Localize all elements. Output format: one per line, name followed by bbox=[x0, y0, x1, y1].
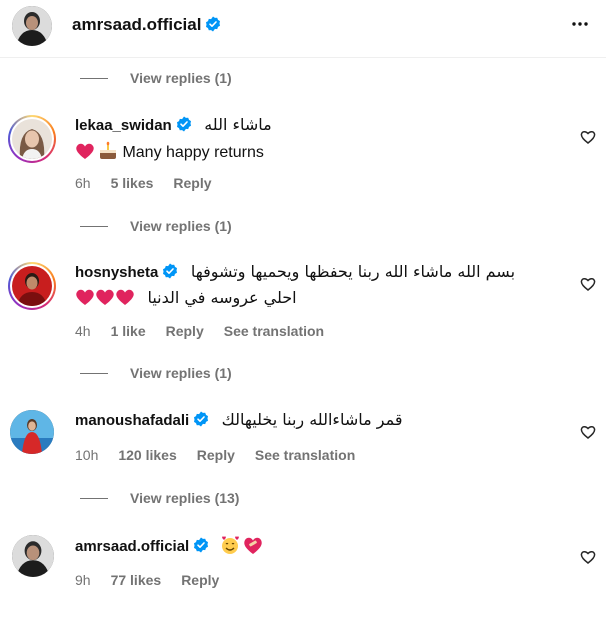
comment-meta: 6h 5 likes Reply bbox=[75, 175, 212, 191]
comment-text-arabic: احلي عروسه في الدنيا bbox=[147, 288, 297, 307]
comment-timestamp: 10h bbox=[75, 447, 99, 463]
see-translation-button[interactable]: See translation bbox=[255, 447, 355, 463]
profile-photo-icon bbox=[10, 410, 54, 454]
comment-meta: 4h 1 like Reply See translation bbox=[75, 323, 324, 339]
view-replies-label: View replies (13) bbox=[130, 490, 240, 506]
avatar[interactable] bbox=[8, 262, 56, 310]
reply-button[interactable]: Reply bbox=[173, 175, 211, 191]
like-heart-icon[interactable] bbox=[580, 276, 596, 292]
avatar[interactable] bbox=[8, 115, 56, 163]
comment-meta: 9h 77 likes Reply bbox=[75, 572, 219, 588]
like-heart-icon[interactable] bbox=[580, 129, 596, 145]
comment-username[interactable]: manoushafadali bbox=[75, 411, 209, 429]
comment-username[interactable]: lekaa_swidan bbox=[75, 116, 192, 134]
likes-count[interactable]: 120 likes bbox=[118, 447, 176, 463]
comment-timestamp: 4h bbox=[75, 323, 91, 339]
view-replies-button[interactable]: View replies (1) bbox=[80, 68, 232, 88]
comment-text: قمر ماشاءالله ربنا يخليهالك bbox=[221, 410, 403, 429]
verified-badge-icon bbox=[194, 537, 209, 553]
comment-body: lekaa_swidan ماشاء الله Many happy retur… bbox=[75, 115, 565, 162]
view-replies-label: View replies (1) bbox=[130, 70, 232, 86]
verified-badge-icon bbox=[176, 116, 191, 132]
red-heart-icon bbox=[96, 289, 114, 305]
comment-username[interactable]: hosnysheta bbox=[75, 263, 178, 281]
verified-badge-icon bbox=[194, 411, 209, 427]
comment-timestamp: 6h bbox=[75, 175, 91, 191]
birthday-cake-icon bbox=[100, 141, 116, 159]
verified-badge-icon bbox=[206, 16, 221, 32]
post-author-username[interactable]: amrsaad.official bbox=[72, 15, 221, 35]
view-replies-button[interactable]: View replies (1) bbox=[80, 216, 232, 236]
divider bbox=[80, 372, 108, 374]
verified-badge-icon bbox=[163, 263, 178, 279]
smiling-face-with-hearts-icon bbox=[221, 536, 239, 554]
comment-emoji-text bbox=[220, 536, 264, 555]
red-heart-icon bbox=[76, 143, 94, 159]
divider bbox=[80, 77, 108, 79]
comment-username[interactable]: amrsaad.official bbox=[75, 537, 209, 555]
comment-meta: 10h 120 likes Reply See translation bbox=[75, 447, 355, 463]
see-translation-button[interactable]: See translation bbox=[224, 323, 324, 339]
profile-photo-icon bbox=[12, 535, 54, 577]
more-options-icon[interactable] bbox=[568, 12, 592, 36]
view-replies-label: View replies (1) bbox=[130, 365, 232, 381]
red-heart-icon bbox=[76, 289, 94, 305]
comment-timestamp: 9h bbox=[75, 572, 91, 588]
comment-text-line: Many happy returns bbox=[75, 141, 565, 162]
avatar[interactable] bbox=[12, 535, 54, 577]
post-header: amrsaad.official bbox=[0, 0, 606, 58]
reply-button[interactable]: Reply bbox=[181, 572, 219, 588]
comment-body: manoushafadali قمر ماشاءالله ربنا يخليها… bbox=[75, 410, 565, 432]
avatar[interactable] bbox=[12, 6, 52, 46]
divider bbox=[80, 497, 108, 499]
comment-text: ماشاء الله bbox=[204, 115, 272, 134]
like-heart-icon[interactable] bbox=[580, 424, 596, 440]
comment-text-line: احلي عروسه في الدنيا bbox=[75, 288, 565, 308]
profile-photo-icon bbox=[12, 266, 52, 306]
view-replies-button[interactable]: View replies (1) bbox=[80, 363, 232, 383]
divider bbox=[80, 225, 108, 227]
mending-heart-icon bbox=[243, 537, 262, 554]
comment-body: amrsaad.official bbox=[75, 535, 565, 557]
comment-body: hosnysheta بسم الله ماشاء الله ربنا يحفظ… bbox=[75, 262, 565, 308]
like-heart-icon[interactable] bbox=[580, 549, 596, 565]
profile-photo-icon bbox=[12, 6, 52, 46]
comment-text-english: Many happy returns bbox=[122, 144, 264, 161]
likes-count[interactable]: 5 likes bbox=[111, 175, 154, 191]
profile-photo-icon bbox=[12, 119, 52, 159]
likes-count[interactable]: 77 likes bbox=[111, 572, 162, 588]
reply-button[interactable]: Reply bbox=[197, 447, 235, 463]
likes-count[interactable]: 1 like bbox=[111, 323, 146, 339]
avatar[interactable] bbox=[10, 410, 54, 454]
comment-text: بسم الله ماشاء الله ربنا يحفظها ويحميها … bbox=[190, 262, 516, 281]
view-replies-button[interactable]: View replies (13) bbox=[80, 488, 239, 508]
reply-button[interactable]: Reply bbox=[166, 323, 204, 339]
red-heart-icon bbox=[116, 289, 134, 305]
view-replies-label: View replies (1) bbox=[130, 218, 232, 234]
